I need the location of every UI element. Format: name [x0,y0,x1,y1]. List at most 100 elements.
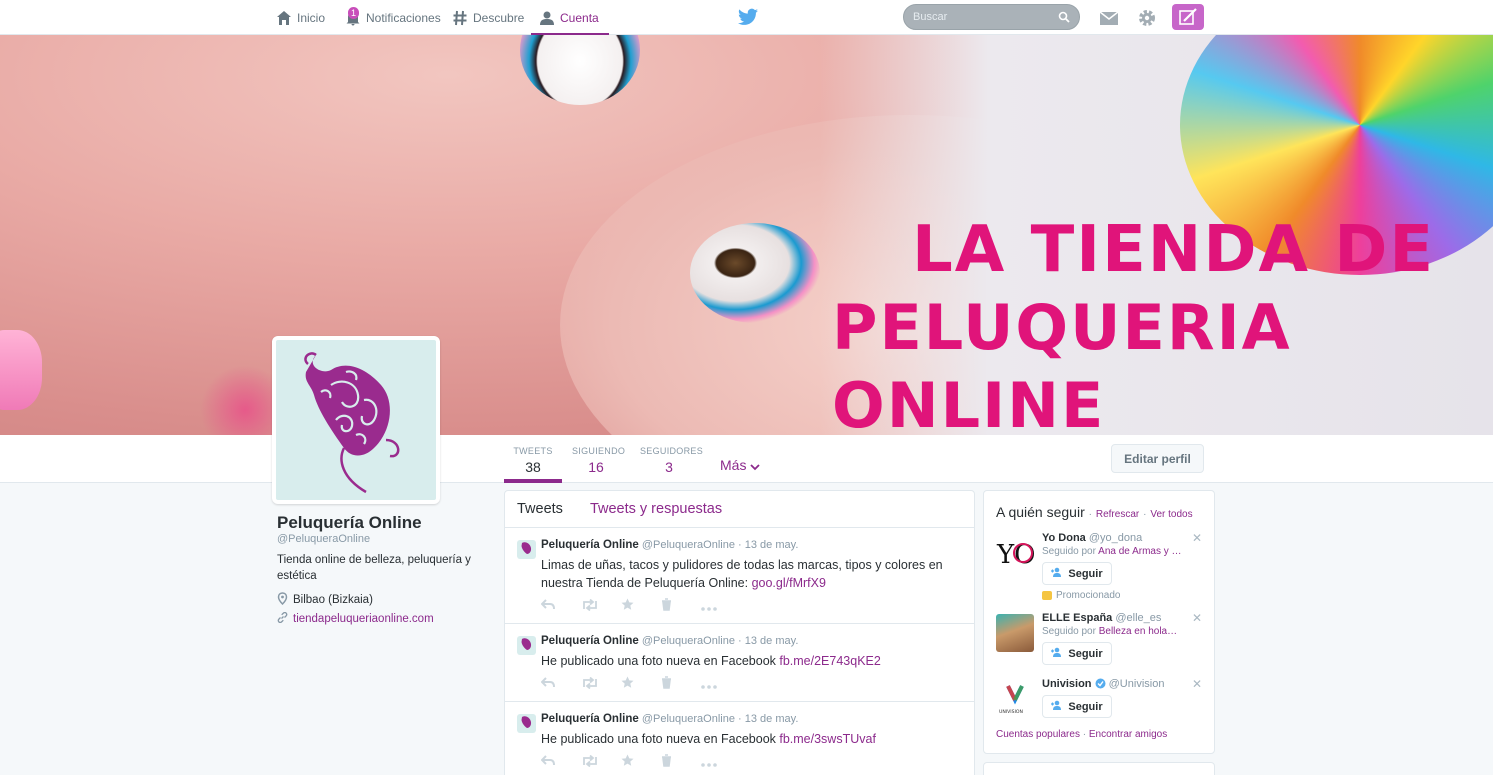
separator: · [1143,509,1147,520]
dismiss-close-icon[interactable]: ✕ [1192,611,1202,625]
tweet-text: He publicado una foto nueva en Facebook … [541,730,961,748]
nav-home-label: Inicio [297,10,326,25]
more-dropdown[interactable]: Más [720,457,760,474]
banner-title-line1: LA TIENDA DE [912,213,1436,287]
stat-followers[interactable]: SEGUIDORES 3 [640,446,704,475]
tweet-item[interactable]: Peluquería Online @PeluqueraOnline · 13 … [505,528,974,624]
twitter-bird-icon[interactable] [738,8,758,26]
gear-icon[interactable] [1136,7,1158,29]
tab-tweets-replies[interactable]: Tweets y respuestas [578,501,737,517]
find-friends-link[interactable]: Encontrar amigos [1089,729,1167,740]
stat-tweets-value: 38 [525,459,541,475]
retweet-icon[interactable] [581,754,621,768]
suggestion-avatar[interactable]: UNIVISION [996,680,1034,718]
more-options-icon[interactable] [701,598,741,612]
favorite-star-icon[interactable] [621,754,661,768]
suggestion-avatar[interactable] [996,614,1034,652]
followed-by-label: Seguido por [1042,626,1096,637]
tweet-author-name[interactable]: Peluquería Online [541,539,639,551]
promoted-icon [1042,591,1052,600]
tweets-timeline: Tweets Tweets y respuestas Peluquería On… [504,490,975,775]
tweet-link[interactable]: fb.me/3swsTUvaf [779,732,876,746]
envelope-icon[interactable] [1098,7,1120,29]
tweet-author-name[interactable]: Peluquería Online [541,635,639,647]
tweet-date[interactable]: 13 de may. [745,713,799,725]
trash-icon[interactable] [661,754,701,768]
tweet-link[interactable]: goo.gl/fMrfX9 [752,576,826,590]
tweet-author-handle[interactable]: @PeluqueraOnline [642,635,735,647]
stat-tweets[interactable]: TWEETS 38 [512,446,554,475]
favorite-star-icon[interactable] [621,676,661,690]
trash-icon[interactable] [661,676,701,690]
edit-profile-button[interactable]: Editar perfil [1111,444,1204,473]
banner-title-line2: PELUQUERIA ONLINE [832,291,1292,435]
followed-by-users[interactable]: Belleza en hola… [1099,626,1177,637]
nav-discover[interactable]: Descubre [452,0,524,35]
nav-notifications[interactable]: 1 Notificaciones [345,0,441,35]
tweet-item[interactable]: Peluquería Online @PeluqueraOnline · 13 … [505,624,974,702]
tweet-text-body: Limas de uñas, tacos y pulidores de toda… [541,558,943,590]
refresh-link[interactable]: Refrescar [1096,509,1139,520]
more-options-icon[interactable] [701,754,741,768]
search-input[interactable]: Buscar [903,4,1080,30]
tweet-link[interactable]: fb.me/2E743qKE2 [779,654,880,668]
followed-by-label: Seguido por [1042,546,1096,557]
stat-following[interactable]: SIGUIENDO 16 [572,446,626,475]
stat-following-label: SIGUIENDO [572,446,626,456]
tweet-avatar[interactable] [517,540,536,559]
timeline-tabs: Tweets Tweets y respuestas [505,491,974,528]
popular-accounts-link[interactable]: Cuentas populares [996,729,1080,740]
followed-by-users[interactable]: Ana de Armas y … [1098,546,1181,557]
tweet-date[interactable]: 13 de may. [745,539,799,551]
reply-icon[interactable] [540,598,581,612]
separator: · [1082,729,1087,740]
tweet-avatar[interactable] [517,636,536,655]
nav-home[interactable]: Inicio [276,0,325,35]
tweet-author-handle[interactable]: @PeluqueraOnline [642,539,735,551]
compose-tweet-button[interactable] [1172,4,1204,30]
search-icon[interactable] [1058,11,1070,26]
suggestion-avatar[interactable]: YO [996,534,1034,572]
follow-label: Seguir [1068,700,1103,713]
favorite-star-icon[interactable] [621,598,661,612]
suggestion-display-name: ELLE España [1042,612,1113,624]
retweet-icon[interactable] [581,676,621,690]
dismiss-close-icon[interactable]: ✕ [1192,531,1202,545]
reply-icon[interactable] [540,676,581,690]
profile-avatar[interactable] [272,336,440,504]
suggestion-display-name: Univision [1042,678,1092,690]
trash-icon[interactable] [661,598,701,612]
follow-label: Seguir [1068,567,1103,580]
tweet-text-body: He publicado una foto nueva en Facebook [541,732,780,746]
tweet-avatar[interactable] [517,714,536,733]
tweet-text-body: He publicado una foto nueva en Facebook [541,654,780,668]
profile-handle[interactable]: @PeluqueraOnline [277,533,370,545]
follow-person-icon [1051,647,1063,660]
stat-followers-label: SEGUIDORES [640,446,704,456]
profile-location: Bilbao (Bizkaia) [277,592,373,608]
view-all-link[interactable]: Ver todos [1150,509,1192,520]
follow-button[interactable]: Seguir [1042,562,1112,585]
dismiss-close-icon[interactable]: ✕ [1192,677,1202,691]
nav-account[interactable]: Cuenta [531,0,609,36]
tweet-actions [540,598,741,612]
tweet-text: He publicado una foto nueva en Facebook … [541,652,961,670]
follow-button[interactable]: Seguir [1042,695,1112,718]
suggestion-name[interactable]: ELLE España @elle_es [1042,612,1161,624]
tweet-date[interactable]: 13 de may. [745,635,799,647]
follow-button[interactable]: Seguir [1042,642,1112,665]
trends-module [983,762,1215,775]
profile-url[interactable]: tiendapeluqueriaonline.com [277,611,434,626]
tweet-header: Peluquería Online @PeluqueraOnline · 13 … [541,713,798,725]
suggestion-name[interactable]: Yo Dona @yo_dona [1042,532,1142,544]
who-to-follow-header: A quién seguir · Refrescar · Ver todos [996,504,1193,520]
retweet-icon[interactable] [581,598,621,612]
tweet-author-name[interactable]: Peluquería Online [541,713,639,725]
tweet-item[interactable]: Peluquería Online @PeluqueraOnline · 13 … [505,702,974,775]
tweet-author-handle[interactable]: @PeluqueraOnline [642,713,735,725]
search-placeholder: Buscar [913,11,948,23]
more-options-icon[interactable] [701,676,741,690]
suggestion-name[interactable]: Univision @Univision [1042,678,1164,692]
reply-icon[interactable] [540,754,581,768]
tab-tweets[interactable]: Tweets [505,501,578,517]
